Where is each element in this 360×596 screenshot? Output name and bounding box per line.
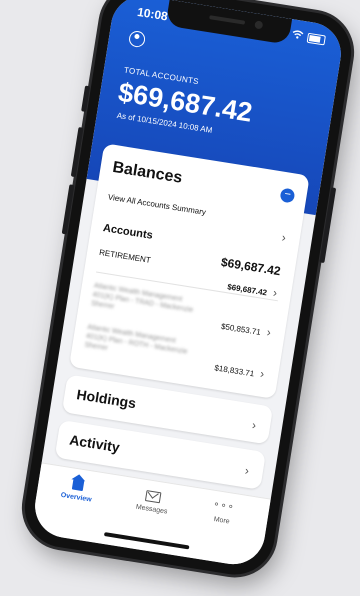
status-icons — [291, 29, 326, 46]
power-button — [319, 187, 337, 264]
status-time: 10:08 — [136, 4, 169, 24]
mute-switch — [81, 85, 91, 112]
tab-overview-label: Overview — [60, 491, 93, 504]
more-icon: ∘∘∘ — [212, 498, 236, 514]
phone-device: 10:08 TOTAL ACCOUNTS $69,687.42 As of 10… — [19, 0, 357, 581]
tab-overview[interactable]: Overview — [60, 477, 94, 504]
volume-down-button — [61, 184, 75, 235]
chevron-right-icon[interactable]: › — [244, 463, 250, 477]
balances-title: Balances — [111, 158, 184, 187]
tab-more-label: More — [213, 516, 231, 526]
home-icon — [71, 478, 85, 492]
chevron-right-icon[interactable]: › — [272, 286, 278, 300]
accounts-total: $69,687.42 — [220, 255, 282, 279]
activity-title: Activity — [68, 431, 121, 456]
mail-icon — [145, 490, 162, 504]
home-indicator — [103, 532, 190, 550]
battery-icon — [306, 32, 326, 46]
tab-messages-label: Messages — [135, 503, 168, 516]
tab-messages[interactable]: Messages — [135, 489, 170, 516]
account-amount[interactable]: $50,853.71 — [220, 322, 261, 337]
notch — [165, 0, 293, 45]
camera — [254, 20, 264, 30]
collapse-button[interactable]: − — [279, 187, 296, 204]
account-name-blurred[interactable]: Atlantic Wealth Management 401(K) Plan -… — [84, 323, 197, 367]
volume-up-button — [70, 127, 84, 178]
tab-more[interactable]: ∘∘∘ More — [210, 498, 236, 526]
phone-screen: 10:08 TOTAL ACCOUNTS $69,687.42 As of 10… — [30, 0, 346, 569]
chevron-right-icon[interactable]: › — [259, 367, 265, 381]
view-all-accounts-link[interactable]: View All Accounts Summary — [107, 193, 206, 217]
chevron-right-icon[interactable]: › — [251, 418, 257, 432]
holdings-title: Holdings — [75, 386, 138, 412]
chevron-right-icon[interactable]: › — [281, 230, 287, 244]
account-amount[interactable]: $18,833.71 — [214, 363, 255, 378]
retirement-label: RETIREMENT — [98, 247, 152, 265]
speaker — [209, 15, 246, 25]
accounts-label: Accounts — [102, 222, 154, 242]
balances-card: Balances − View All Accounts Summary › A… — [69, 143, 310, 399]
wifi-icon — [291, 29, 305, 43]
account-name-blurred[interactable]: Atlantic Wealth Management 401(K) Plan -… — [90, 281, 203, 325]
profile-icon[interactable] — [127, 29, 147, 49]
chevron-right-icon[interactable]: › — [266, 325, 272, 339]
